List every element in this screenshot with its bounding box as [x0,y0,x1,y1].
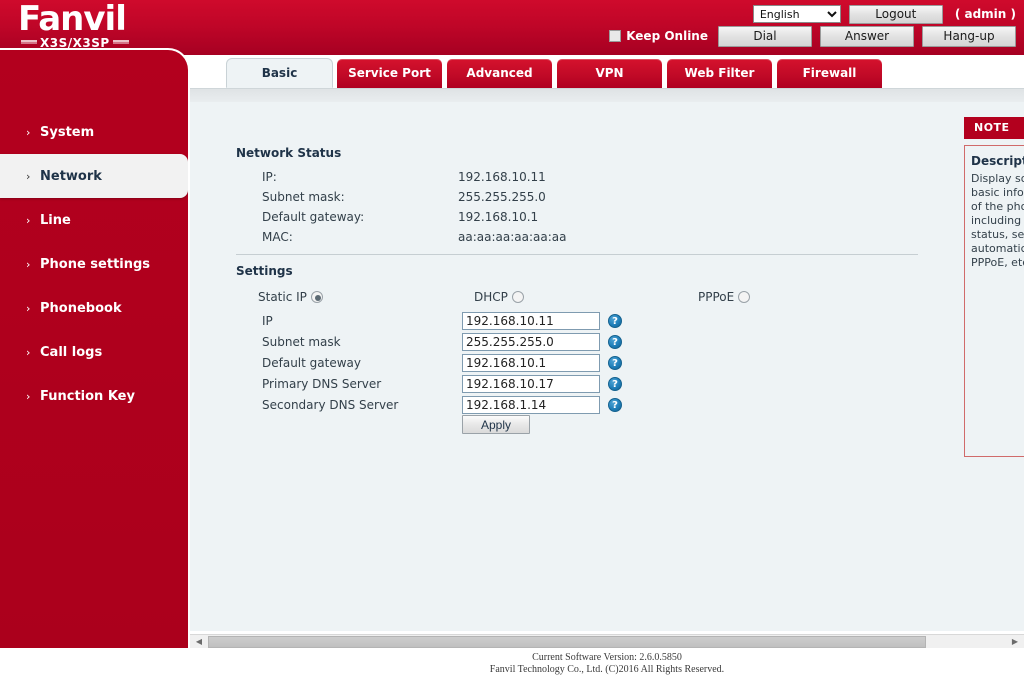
tab-firewall[interactable]: Firewall [776,58,883,88]
field-input-subnet-mask[interactable] [462,333,600,351]
sidebar-nav: › System › Network › Line › Phone settings › Phon… [0,110,188,418]
scroll-right-icon[interactable]: ▶ [1008,635,1022,649]
sidebar-item-phonebook[interactable]: › Phonebook [0,286,188,330]
help-icon[interactable]: ? [608,356,622,370]
ip-mode-radio[interactable] [310,291,323,303]
sidebar-item-label: System [40,124,95,140]
network-status-title: Network Status [236,146,342,160]
keep-online-group[interactable]: Keep Online [609,29,708,43]
note-panel: Description: Display some basic informat… [964,145,1024,457]
sidebar-item-label: Function Key [40,388,135,404]
tab-advanced[interactable]: Advanced [446,58,553,88]
chevron-right-icon: › [26,389,31,403]
logout-button[interactable]: Logout [848,4,943,24]
note-text: Display some basic information of the ph… [971,172,1024,269]
footer-left-filler [0,648,190,683]
field-label: Default gateway [262,356,361,370]
help-icon[interactable]: ? [608,335,622,349]
copyright-line: Fanvil Technology Co., Ltd. (C)2016 All … [489,664,725,675]
tab-list: Basic Service Port Advanced VPN Web Filter Fi… [226,58,883,88]
tab-underline [190,88,1024,102]
status-value: 192.168.10.11 [458,170,546,184]
section-divider [236,254,918,255]
fanvil-web-ui: Fanvil X3S/X3SP English Logout ( admin )… [0,0,1024,683]
help-icon[interactable]: ? [608,398,622,412]
apply-button[interactable]: Apply [462,415,530,434]
sidebar-item-label: Call logs [40,344,103,360]
sidebar-item-call-logs[interactable]: › Call logs [0,330,188,374]
sidebar-item-label: Network [40,168,102,184]
ip-mode-radio[interactable] [511,291,524,303]
field-input-primary-dns-server[interactable] [462,375,600,393]
page-footer: Current Software Version: 2.6.0.5850 Fan… [190,652,1024,683]
tab-basic[interactable]: Basic [226,58,333,88]
horizontal-scrollbar[interactable]: ◀ ▶ [190,634,1024,648]
sidebar-item-line[interactable]: › Line [0,198,188,242]
status-value: 255.255.255.0 [458,190,546,204]
dial-button[interactable]: Dial [718,25,812,47]
sidebar: › System › Network › Line › Phone settings › Phon… [0,48,190,648]
ip-mode-label: PPPoE [698,290,735,304]
chevron-right-icon: › [26,301,31,315]
logo-rule-left [21,40,37,44]
field-input-ip[interactable] [462,312,600,330]
status-value: 192.168.10.1 [458,210,539,224]
answer-button[interactable]: Answer [820,25,914,47]
sidebar-item-phone-settings[interactable]: › Phone settings [0,242,188,286]
tab-bar: Basic Service Port Advanced VPN Web Filter Fi… [190,55,1024,88]
ip-mode-label: DHCP [474,290,508,304]
logo-rule-right [112,40,129,44]
ip-mode-label: Static IP [258,290,307,304]
sidebar-item-function-key[interactable]: › Function Key [0,374,188,418]
ip-mode-pppoe[interactable]: PPPoE [698,290,751,304]
hangup-button[interactable]: Hang-up [922,25,1016,47]
ip-mode-dhcp[interactable]: DHCP [474,290,524,304]
scroll-left-icon[interactable]: ◀ [192,635,206,649]
header-bottom-row: Keep Online Dial Answer Hang-up [609,24,1016,48]
chevron-right-icon: › [26,257,31,271]
field-label: Secondary DNS Server [262,398,399,412]
field-label: Primary DNS Server [262,377,382,391]
brand-logo: Fanvil X3S/X3SP [18,2,208,54]
field-input-default-gateway[interactable] [462,354,600,372]
sidebar-item-label: Phone settings [40,256,151,272]
help-icon[interactable]: ? [608,314,622,328]
ip-mode-radio[interactable] [738,291,751,303]
content-area: Network Status IP: 192.168.10.11 Subnet ma… [190,102,1024,631]
help-icon[interactable]: ? [608,377,622,391]
status-value: aa:aa:aa:aa:aa:aa [458,230,567,244]
note-title: Description: [971,154,1024,168]
scrollbar-thumb[interactable] [208,636,926,648]
ip-mode-static-ip[interactable]: Static IP [258,290,323,304]
tab-web-filter[interactable]: Web Filter [666,58,773,88]
status-label: MAC: [262,230,293,244]
language-select[interactable]: English [752,5,841,23]
chevron-right-icon: › [26,169,31,183]
chevron-right-icon: › [26,213,31,227]
note-header: NOTE [964,117,1024,139]
software-version: Current Software Version: 2.6.0.5850 [532,652,682,663]
status-label: Default gateway: [262,210,365,224]
tab-service-port[interactable]: Service Port [336,58,443,88]
field-label: Subnet mask [262,335,341,349]
sidebar-item-network[interactable]: › Network [0,154,188,198]
keep-online-checkbox[interactable] [609,30,622,42]
field-input-secondary-dns-server[interactable] [462,396,600,414]
settings-title: Settings [236,264,293,278]
chevron-right-icon: › [26,345,31,359]
field-label: IP [262,314,273,328]
status-label: Subnet mask: [262,190,345,204]
page-header: Fanvil X3S/X3SP English Logout ( admin )… [0,0,1024,55]
sidebar-item-label: Line [40,212,71,228]
logo-name: Fanvil [18,0,127,39]
current-user-label: ( admin ) [954,7,1016,21]
tab-vpn[interactable]: VPN [556,58,663,88]
sidebar-item-label: Phonebook [40,300,122,316]
header-top-row: English Logout ( admin ) [752,3,1016,25]
status-label: IP: [262,170,277,184]
sidebar-item-system[interactable]: › System [0,110,188,154]
keep-online-label: Keep Online [626,29,708,43]
chevron-right-icon: › [26,125,31,139]
